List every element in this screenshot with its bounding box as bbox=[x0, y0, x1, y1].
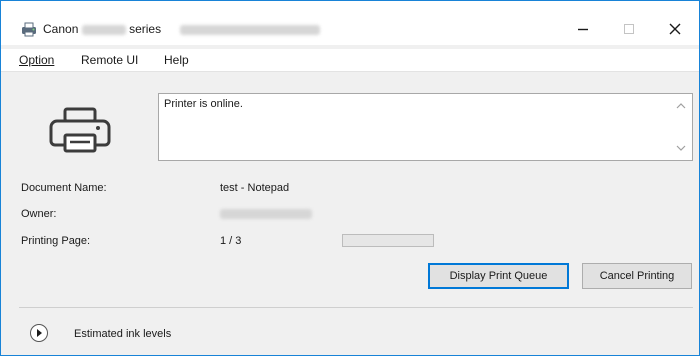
expand-arrow-icon[interactable] bbox=[29, 323, 49, 343]
close-button[interactable] bbox=[652, 15, 698, 43]
menu-option-label: Option bbox=[19, 53, 55, 67]
menu-option[interactable]: Option bbox=[19, 52, 54, 68]
status-message-box[interactable]: Printer is online. bbox=[158, 93, 693, 161]
owner-value bbox=[220, 207, 312, 221]
maximize-icon bbox=[624, 24, 634, 34]
title-series: series bbox=[129, 22, 162, 36]
minimize-icon bbox=[578, 28, 588, 31]
document-name-value: test - Notepad bbox=[220, 182, 290, 194]
print-progress-bar bbox=[342, 234, 434, 247]
scroll-down-icon[interactable] bbox=[676, 144, 686, 152]
menu-remote-ui[interactable]: Remote UI bbox=[81, 52, 138, 68]
maximize-button[interactable] bbox=[606, 15, 652, 43]
document-name-label: Document Name: bbox=[21, 182, 107, 194]
print-status-window: Canon series Option Remote UI Help Print… bbox=[0, 0, 700, 356]
menu-bar: Option Remote UI Help bbox=[1, 49, 699, 72]
close-icon bbox=[669, 23, 681, 35]
canon-printer-app-icon bbox=[22, 22, 36, 37]
status-message: Printer is online. bbox=[164, 98, 243, 110]
menu-help-label: Help bbox=[164, 53, 189, 67]
cancel-printing-button[interactable]: Cancel Printing bbox=[582, 263, 692, 289]
redacted-model bbox=[81, 24, 126, 35]
title-bar[interactable]: Canon series bbox=[1, 1, 699, 45]
redacted-port bbox=[180, 24, 321, 35]
minimize-button[interactable] bbox=[560, 15, 606, 43]
printing-page-value: 1 / 3 bbox=[220, 235, 242, 247]
printing-page-label: Printing Page: bbox=[21, 235, 91, 247]
printer-icon bbox=[49, 107, 111, 153]
section-divider bbox=[19, 307, 693, 308]
estimated-ink-levels-label[interactable]: Estimated ink levels bbox=[74, 327, 171, 341]
menu-remote-ui-label: Remote UI bbox=[81, 53, 139, 67]
scroll-up-icon[interactable] bbox=[676, 102, 686, 110]
menu-help[interactable]: Help bbox=[164, 52, 189, 68]
window-title: Canon series bbox=[43, 21, 321, 37]
redacted-owner bbox=[220, 209, 312, 220]
display-print-queue-button[interactable]: Display Print Queue bbox=[428, 263, 569, 289]
owner-label: Owner: bbox=[21, 208, 57, 220]
title-brand: Canon bbox=[43, 22, 79, 36]
